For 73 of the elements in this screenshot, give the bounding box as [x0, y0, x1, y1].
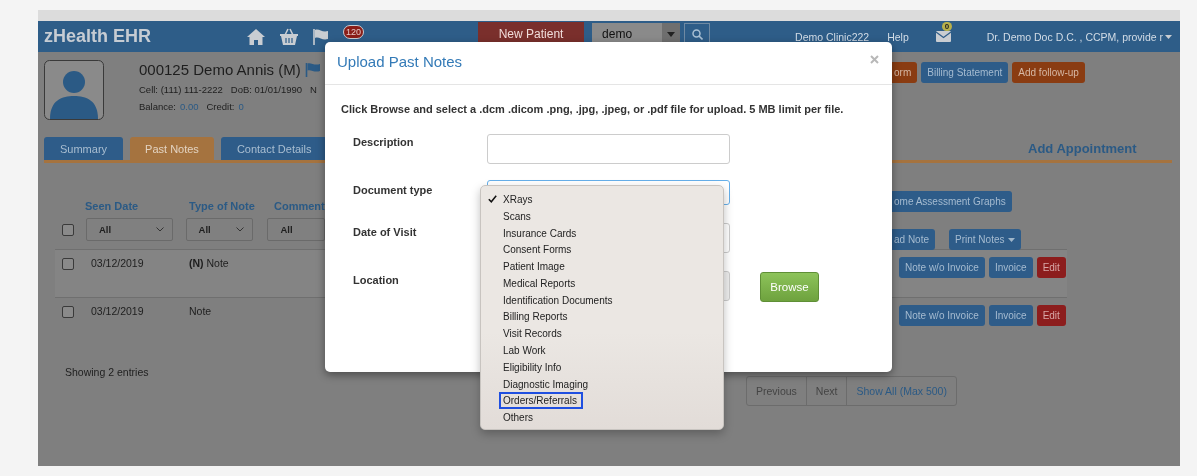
dropdown-option[interactable]: Eligibility Info — [499, 358, 566, 376]
toolbar-button[interactable]: Print Notes — [949, 229, 1021, 250]
patient-name: 000125 Demo Annis (M) — [139, 61, 301, 78]
notification-badge[interactable]: 120 — [343, 24, 365, 39]
column-filter-select[interactable]: All — [185, 218, 254, 241]
caret-icon — [1007, 237, 1015, 242]
row-action-button[interactable]: Edit — [1036, 305, 1066, 326]
dropdown-option[interactable]: Patient Image — [499, 258, 569, 276]
row-action-button[interactable]: Invoice — [988, 257, 1033, 278]
toolbar-button[interactable]: ome Assessment Graphs — [892, 191, 1012, 212]
dropdown-option[interactable]: Visit Records — [499, 325, 566, 343]
app-brand[interactable]: zHealth EHR — [44, 26, 151, 47]
patient-detail: Cell: (111) 111-2222 — [139, 84, 223, 95]
field-label: Description — [353, 136, 415, 148]
caret-icon[interactable] — [1165, 34, 1172, 39]
dropdown-option[interactable]: Lab Work — [499, 342, 550, 360]
dropdown-option[interactable]: Others — [499, 409, 537, 427]
dropdown-option[interactable]: XRays — [499, 190, 537, 208]
mail-badge: 0 — [941, 22, 953, 31]
tab[interactable]: Past Notes — [130, 137, 214, 160]
user-menu[interactable]: Dr. Demo Doc D.C. , CCPM, provide r — [986, 30, 1163, 43]
row-action-button[interactable]: Edit — [1036, 257, 1066, 278]
basket-icon[interactable] — [279, 27, 299, 46]
row-action-button[interactable]: Note w/o Invoice — [899, 257, 985, 278]
row-action-button[interactable]: Invoice — [988, 305, 1033, 326]
column-filter-select[interactable]: All — [267, 218, 325, 241]
field-label: Date of Visit — [353, 226, 418, 238]
dropdown-option[interactable]: Billing Reports — [499, 308, 572, 326]
tab[interactable]: Contact Details — [220, 137, 328, 160]
chevron-down-icon — [236, 227, 245, 232]
patient-detail: DoB: 01/01/1990 — [230, 84, 303, 95]
field-label: Document type — [353, 184, 434, 196]
help-link[interactable]: Help — [887, 30, 909, 43]
row-checkbox[interactable] — [62, 306, 74, 318]
dropdown-option[interactable]: Insurance Cards — [499, 224, 581, 242]
seen-date-cell-text: 03/12/2019 — [91, 305, 145, 317]
dropdown-option[interactable]: Consent Forms — [499, 241, 576, 259]
dropdown-option[interactable]: Medical Reports — [499, 274, 580, 292]
search-icon — [691, 28, 703, 40]
caret-icon — [667, 31, 676, 37]
entries-info: Showing 2 entries — [65, 366, 149, 378]
action-button[interactable]: Billing Statement — [921, 62, 1009, 83]
mail-icon[interactable] — [935, 31, 951, 42]
dialog-title: Upload Past Notes — [337, 52, 463, 70]
toolbar-button[interactable]: ad Note — [892, 229, 936, 250]
dropdown-option[interactable]: Diagnostic Imaging — [499, 375, 593, 393]
upload-instructions: Click Browse and select a .dcm .dicom .png, .jpg, .jpeg, or .pdf file for upload. 5 MB limit per file. — [341, 103, 845, 115]
patient-search-select[interactable]: demo — [592, 23, 681, 45]
avatar-silhouette — [44, 60, 104, 120]
balance-label: Balance: — [139, 101, 176, 112]
browse-button[interactable]: Browse — [760, 272, 819, 302]
patient-detail: N — [310, 84, 317, 95]
chevron-down-icon — [155, 227, 164, 232]
dropdown-option[interactable]: Scans — [499, 207, 535, 225]
note-type-cell: (N) Note — [189, 257, 229, 269]
tab[interactable]: Summary — [44, 137, 124, 160]
row-checkbox[interactable] — [62, 258, 74, 270]
credit-label: Credit: — [206, 101, 235, 112]
select-all-checkbox[interactable] — [62, 223, 74, 236]
clinic-link[interactable]: Demo Clinic222 — [795, 30, 870, 43]
field-label: Location — [353, 274, 400, 286]
seen-date-cell-text: 03/12/2019 — [91, 257, 145, 269]
flag-icon[interactable] — [312, 27, 330, 46]
dropdown-option[interactable]: Identification Documents — [499, 291, 617, 309]
dropdown-option[interactable]: Orders/Referrals — [499, 392, 583, 410]
row-action-button[interactable]: Note w/o Invoice — [899, 305, 985, 326]
note-type-cell: Note — [189, 305, 212, 317]
column-filter-select[interactable]: All — [86, 218, 173, 241]
search-button[interactable] — [684, 23, 711, 45]
action-button[interactable]: Add follow-up — [1012, 62, 1085, 83]
action-button[interactable]: orm — [892, 62, 918, 83]
description-field[interactable] — [487, 134, 730, 164]
home-icon[interactable] — [246, 27, 266, 46]
